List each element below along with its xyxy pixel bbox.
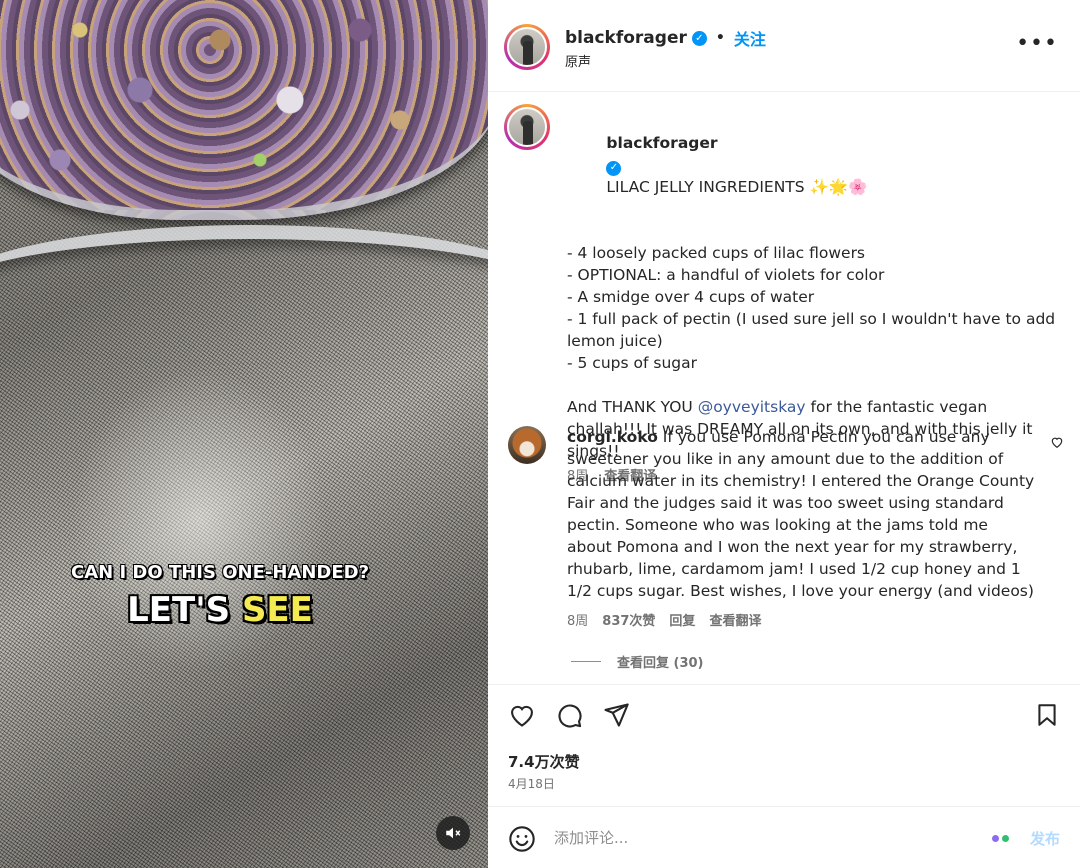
- replies-divider: [571, 661, 601, 662]
- video-overlay-text-line2: LET'S SEE: [0, 590, 440, 630]
- share-button[interactable]: [602, 701, 630, 733]
- likes-count[interactable]: 7.4万次赞: [508, 751, 580, 772]
- comment-translate-link[interactable]: 查看翻译: [709, 610, 761, 629]
- commenter-username-link[interactable]: corgi.koko: [567, 428, 658, 446]
- lilac-flowers-bowl: [0, 0, 488, 220]
- caption-author-avatar[interactable]: [504, 104, 550, 150]
- verified-badge-icon: ✓: [691, 30, 707, 46]
- caption-username-link[interactable]: blackforager: [606, 134, 717, 152]
- muted-speaker-icon: [446, 827, 461, 839]
- send-paper-plane-icon: [604, 703, 629, 727]
- ingredient-line: - 4 loosely packed cups of lilac flowers: [567, 244, 866, 262]
- comment-body: If you use Pomona Pectin you can use any…: [567, 428, 1035, 600]
- mute-button[interactable]: [436, 816, 470, 850]
- verified-badge-icon: ✓: [606, 160, 622, 176]
- caption-title: LILAC JELLY INGREDIENTS ✨🌟🌸: [606, 178, 868, 196]
- comment-time: 8周: [567, 614, 589, 629]
- comment-bubble-icon: [558, 704, 582, 728]
- action-bar: 7.4万次赞 4月18日: [488, 684, 1080, 806]
- comment-input[interactable]: [554, 825, 954, 851]
- post-comment-button[interactable]: 发布: [1030, 828, 1060, 849]
- commenter-avatar[interactable]: [508, 426, 546, 464]
- overlay-word-lets: LET'S: [127, 590, 231, 630]
- smiley-face-icon: [509, 826, 535, 852]
- view-replies-label: 查看回复 (30): [617, 656, 704, 671]
- mention-link[interactable]: @oyveyitskay: [698, 398, 806, 416]
- ai-assist-icon[interactable]: [992, 835, 1009, 842]
- ingredient-line: - A smidge over 4 cups of water: [567, 288, 815, 306]
- comment-like-button[interactable]: [1050, 434, 1064, 453]
- post-date: 4月18日: [508, 777, 555, 791]
- comment-meta: 8周 837次赞 回复 查看翻译: [567, 610, 761, 629]
- ingredient-line: - 1 full pack of pectin (I used sure jel…: [567, 310, 1061, 350]
- more-options-button[interactable]: •••: [1016, 31, 1058, 56]
- heart-outline-icon: [1051, 437, 1063, 448]
- emoji-button[interactable]: [508, 825, 536, 857]
- comment-button[interactable]: [555, 701, 583, 733]
- post-header: blackforager ✓ • 关注 原声 •••: [488, 0, 1080, 92]
- author-username-link[interactable]: blackforager: [565, 28, 687, 48]
- like-button[interactable]: [508, 701, 536, 733]
- author-avatar[interactable]: [504, 24, 550, 70]
- save-button[interactable]: [1034, 701, 1060, 733]
- video-overlay-text-line1: CAN I DO THIS ONE-HANDED?: [70, 562, 370, 583]
- separator-dot: •: [715, 30, 725, 46]
- reel-video[interactable]: CAN I DO THIS ONE-HANDED? LET'S SEE: [0, 0, 488, 868]
- add-comment-bar: 发布: [488, 806, 1080, 868]
- overlay-word-see: SEE: [241, 590, 313, 630]
- view-replies-button[interactable]: 查看回复 (30): [571, 652, 704, 671]
- heart-outline-icon: [511, 705, 533, 727]
- comment-reply-button[interactable]: 回复: [669, 610, 695, 629]
- more-horizontal-icon: •••: [1016, 31, 1058, 56]
- comment-likes-count[interactable]: 837次赞: [602, 610, 655, 629]
- ingredient-line: - 5 cups of sugar: [567, 354, 697, 372]
- author-name-row: blackforager ✓ • 关注: [565, 26, 766, 50]
- follow-button[interactable]: 关注: [734, 26, 766, 50]
- thanks-prefix: And THANK YOU: [567, 398, 698, 416]
- comment-text: corgi.koko If you use Pomona Pectin you …: [567, 426, 1037, 602]
- bookmark-icon: [1038, 704, 1056, 726]
- strainer-rim: [0, 225, 488, 365]
- original-audio-link[interactable]: 原声: [565, 51, 591, 70]
- post-details-panel: blackforager ✓ • 关注 原声 ••• blackforager …: [488, 0, 1080, 868]
- ingredient-line: - OPTIONAL: a handful of violets for col…: [567, 266, 885, 284]
